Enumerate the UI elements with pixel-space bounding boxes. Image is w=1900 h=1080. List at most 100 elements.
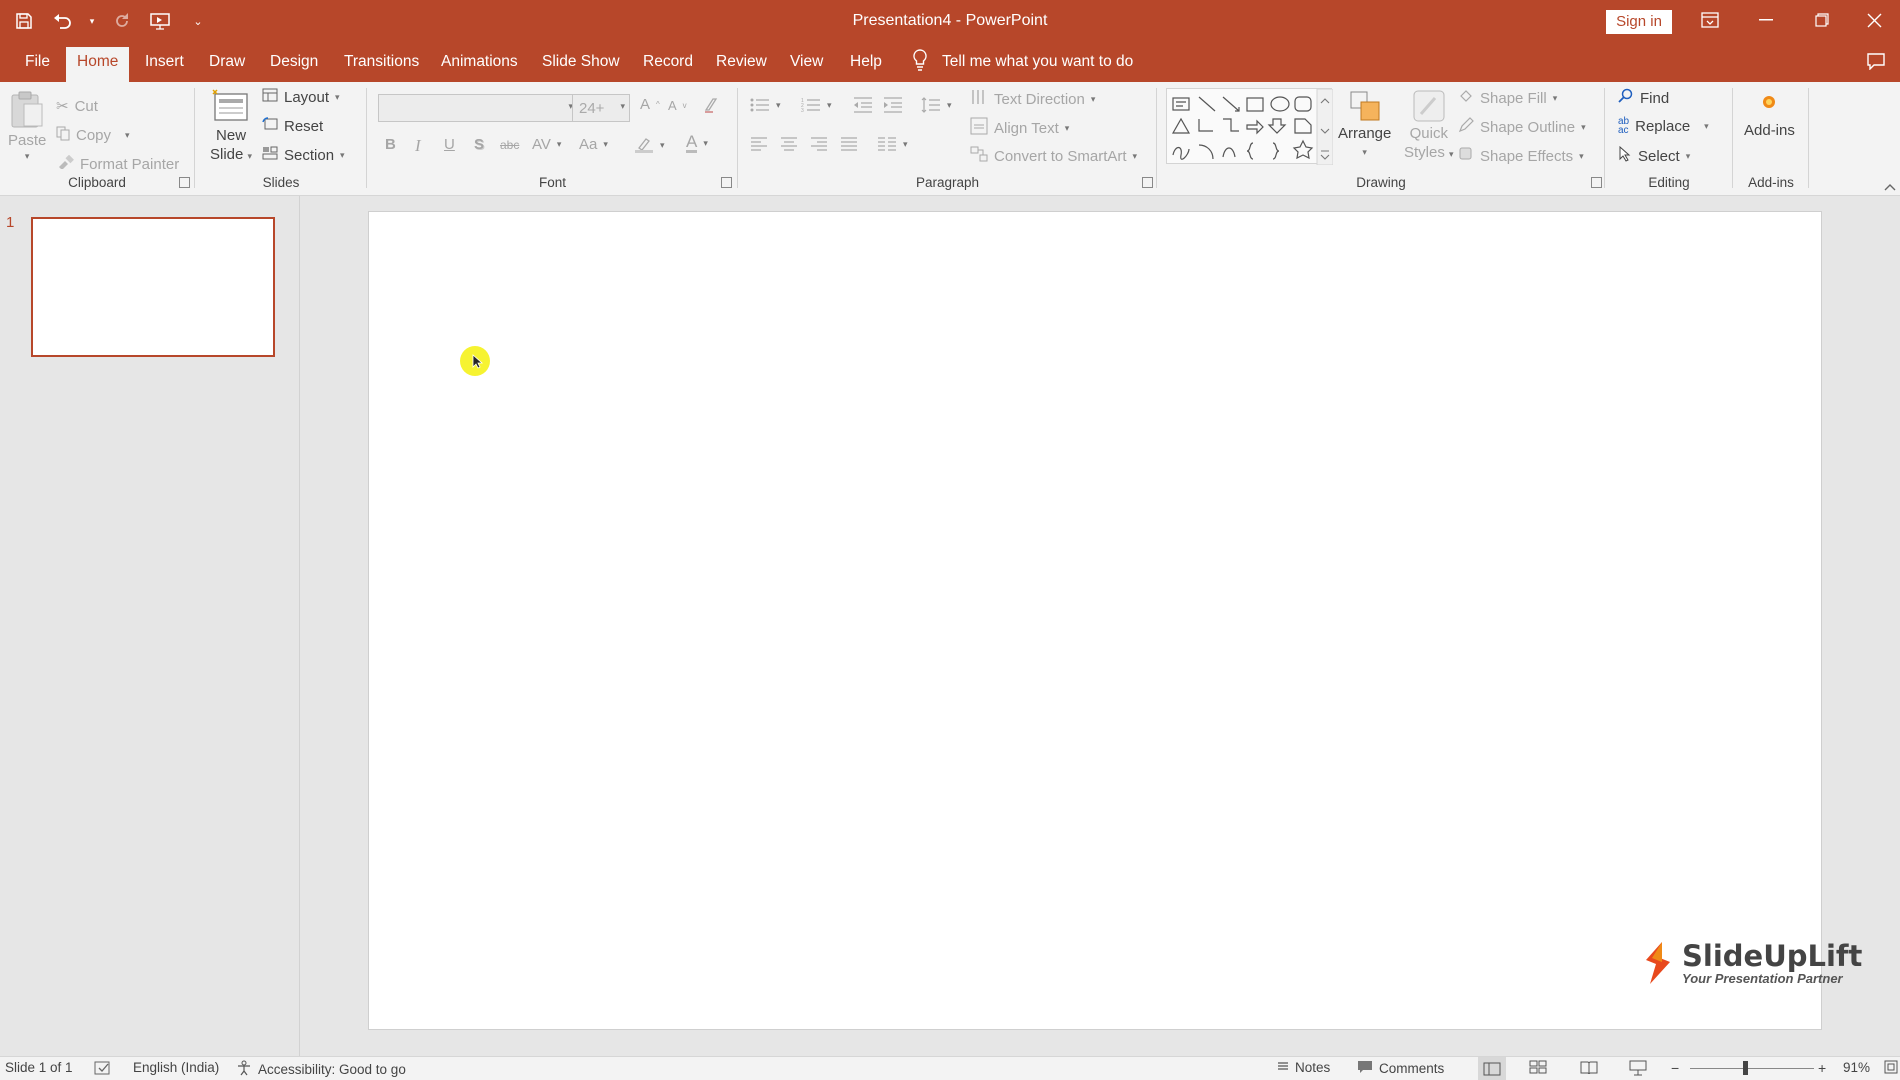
notes-icon bbox=[1277, 1060, 1289, 1075]
fit-to-window-icon[interactable] bbox=[1884, 1060, 1898, 1074]
align-right-icon[interactable] bbox=[810, 136, 828, 152]
tab-draw[interactable]: Draw bbox=[198, 42, 256, 82]
sign-in-button[interactable]: Sign in bbox=[1606, 10, 1672, 34]
restore-icon[interactable] bbox=[1794, 0, 1850, 40]
tab-file[interactable]: File bbox=[14, 42, 61, 82]
zoom-level[interactable]: 91% bbox=[1843, 1060, 1870, 1075]
paste-label: Paste bbox=[8, 132, 47, 149]
normal-view-icon[interactable] bbox=[1478, 1057, 1506, 1080]
bullets-icon[interactable]: ▾ bbox=[750, 97, 781, 113]
zoom-in-icon[interactable]: + bbox=[1818, 1060, 1826, 1076]
decrease-font-size-icon[interactable]: Av bbox=[668, 98, 687, 113]
justify-icon[interactable] bbox=[840, 136, 858, 152]
tab-slide-show[interactable]: Slide Show bbox=[531, 42, 631, 82]
new-slide-button[interactable]: New Slide ▾ bbox=[210, 88, 252, 166]
text-shadow-icon[interactable]: S bbox=[474, 136, 484, 153]
find-button[interactable]: Find bbox=[1618, 88, 1669, 108]
shape-outline-button[interactable]: Shape Outline ▾ bbox=[1458, 117, 1586, 137]
drawing-launcher-icon[interactable] bbox=[1591, 177, 1602, 188]
section-button[interactable]: Section ▾ bbox=[262, 146, 345, 164]
zoom-slider[interactable] bbox=[1690, 1068, 1814, 1069]
clear-formatting-icon[interactable] bbox=[702, 96, 720, 114]
save-icon[interactable] bbox=[12, 9, 36, 33]
align-left-icon[interactable] bbox=[750, 136, 768, 152]
italic-icon[interactable]: I bbox=[415, 136, 421, 156]
reset-button[interactable]: Reset bbox=[262, 117, 323, 135]
strikethrough-icon[interactable]: abc bbox=[500, 138, 519, 152]
increase-font-size-icon[interactable]: A ^ bbox=[640, 96, 660, 113]
shape-effects-button[interactable]: Shape Effects ▾ bbox=[1458, 146, 1584, 166]
highlight-color-icon[interactable]: ▾ bbox=[634, 136, 665, 154]
language-indicator[interactable]: English (India) bbox=[133, 1060, 219, 1075]
tab-review[interactable]: Review bbox=[705, 42, 778, 82]
tab-insert[interactable]: Insert bbox=[134, 42, 195, 82]
layout-button[interactable]: Layout ▾ bbox=[262, 88, 340, 106]
text-direction-icon bbox=[970, 88, 988, 110]
notes-button[interactable]: Notes bbox=[1277, 1060, 1330, 1075]
select-cursor-icon bbox=[1618, 145, 1632, 166]
clipboard-launcher-icon[interactable] bbox=[179, 177, 190, 188]
bold-icon[interactable]: B bbox=[385, 136, 396, 153]
paragraph-launcher-icon[interactable] bbox=[1142, 177, 1153, 188]
tab-view[interactable]: View bbox=[779, 42, 834, 82]
shapes-gallery[interactable] bbox=[1166, 88, 1334, 166]
align-text-button[interactable]: Align Text ▾ bbox=[970, 117, 1069, 139]
font-color-icon[interactable]: A ▾ bbox=[686, 133, 708, 153]
arrange-button[interactable]: Arrange ▾ bbox=[1338, 88, 1391, 162]
quick-styles-button[interactable]: Quick Styles ▾ bbox=[1404, 88, 1454, 164]
select-button[interactable]: Select ▾ bbox=[1618, 145, 1690, 166]
comments-button[interactable]: Comments bbox=[1357, 1060, 1444, 1077]
tab-transitions[interactable]: Transitions bbox=[333, 42, 430, 82]
tab-home[interactable]: Home bbox=[66, 47, 130, 82]
tell-me-search[interactable]: Tell me what you want to do bbox=[912, 42, 1133, 82]
quick-styles-icon bbox=[1413, 90, 1445, 122]
font-size-combo[interactable]: 24+ ▾ bbox=[572, 94, 630, 122]
redo-icon[interactable] bbox=[110, 9, 134, 33]
ribbon-display-options-icon[interactable] bbox=[1682, 0, 1738, 40]
tab-help[interactable]: Help bbox=[839, 42, 893, 82]
slide-count: Slide 1 of 1 bbox=[5, 1060, 73, 1075]
undo-dropdown-icon[interactable]: ▾ bbox=[88, 9, 96, 33]
columns-icon[interactable]: ▾ bbox=[877, 136, 908, 152]
slide-show-icon[interactable] bbox=[1629, 1060, 1647, 1076]
undo-icon[interactable] bbox=[50, 9, 74, 33]
character-spacing-icon[interactable]: AV ▾ bbox=[532, 136, 561, 153]
numbering-icon[interactable]: 1 2 3 ▾ bbox=[801, 97, 832, 113]
cut-button[interactable]: ✂ Cut bbox=[56, 97, 98, 116]
collapse-ribbon-icon[interactable] bbox=[1884, 178, 1896, 195]
replace-button[interactable]: ab ac Replace ▾ bbox=[1618, 117, 1709, 136]
shape-fill-button[interactable]: Shape Fill ▾ bbox=[1458, 88, 1557, 108]
font-name-combo[interactable]: ▾ bbox=[378, 94, 578, 122]
zoom-slider-thumb[interactable] bbox=[1743, 1061, 1748, 1075]
tab-record[interactable]: Record bbox=[632, 42, 704, 82]
change-case-icon[interactable]: Aa ▾ bbox=[579, 136, 608, 153]
font-size-dropdown-icon: ▾ bbox=[620, 101, 625, 111]
decrease-indent-icon[interactable] bbox=[853, 97, 873, 113]
customize-qat-icon[interactable]: ⌄ bbox=[186, 9, 210, 33]
increase-indent-icon[interactable] bbox=[883, 97, 903, 113]
align-center-icon[interactable] bbox=[780, 136, 798, 152]
addins-button[interactable]: Add-ins bbox=[1744, 94, 1795, 139]
line-spacing-icon[interactable]: ▾ bbox=[921, 97, 952, 113]
slide-sorter-icon[interactable] bbox=[1529, 1060, 1547, 1074]
present-from-beginning-icon[interactable] bbox=[148, 9, 172, 33]
paste-button[interactable]: Paste ▾ bbox=[8, 90, 46, 162]
text-direction-button[interactable]: Text Direction ▾ bbox=[970, 88, 1095, 110]
spelling-check-icon[interactable] bbox=[94, 1060, 112, 1076]
font-label: Font bbox=[538, 175, 566, 190]
comments-icon[interactable] bbox=[1866, 52, 1886, 74]
format-painter-button[interactable]: Format Painter bbox=[58, 154, 179, 173]
reading-view-icon[interactable] bbox=[1580, 1060, 1598, 1074]
close-icon[interactable] bbox=[1846, 0, 1900, 40]
slide-thumbnail[interactable] bbox=[31, 217, 275, 357]
zoom-out-icon[interactable]: − bbox=[1671, 1060, 1679, 1076]
convert-smartart-button[interactable]: Convert to SmartArt ▾ bbox=[970, 146, 1137, 166]
underline-icon[interactable]: U bbox=[444, 136, 455, 153]
tab-design[interactable]: Design bbox=[259, 42, 329, 82]
slide-canvas[interactable] bbox=[368, 211, 1822, 1030]
accessibility-status[interactable]: Accessibility: Good to go bbox=[236, 1060, 406, 1079]
minimize-icon[interactable] bbox=[1738, 0, 1794, 40]
font-launcher-icon[interactable] bbox=[721, 177, 732, 188]
copy-button[interactable]: Copy ▾ bbox=[56, 126, 130, 145]
tab-animations[interactable]: Animations bbox=[430, 42, 529, 82]
